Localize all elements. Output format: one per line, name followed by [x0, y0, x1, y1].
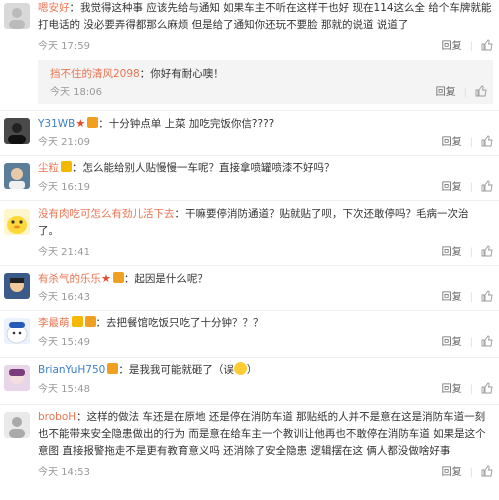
comment-text: ：你好有耐心噢！: [139, 68, 224, 80]
divider: [0, 110, 499, 111]
comment-text: 也不能带来安全隐患做出的行为 而是意在给车主一个教训让他再也不敢停在消防车道 如…: [38, 428, 486, 440]
like-icon[interactable]: [481, 245, 493, 257]
comment-text: ：我觉得这种事 应该先给与通知 如果车主不听在这样干也好 现在114这么全 给个…: [69, 2, 492, 14]
comment-meta: 今天 15:48 回复 |: [38, 382, 493, 398]
reply-button[interactable]: 回复: [442, 182, 462, 193]
comment-meta: 今天 21:41 回复 |: [38, 245, 493, 261]
comment-text: ：十分钟点单 上菜 加吃完饭你信????: [98, 118, 275, 130]
like-icon[interactable]: [481, 180, 493, 192]
username-link[interactable]: 挡不住的清风2098: [50, 68, 140, 80]
like-icon[interactable]: [481, 382, 493, 394]
username-link[interactable]: BrianYuH750: [38, 364, 105, 376]
like-icon[interactable]: [481, 290, 493, 302]
vip-badge-icon: [84, 316, 96, 327]
vip-badge-icon: [112, 272, 124, 283]
like-icon[interactable]: [475, 85, 487, 97]
reply-button[interactable]: 回复: [442, 292, 462, 303]
reply-button[interactable]: 回复: [442, 384, 462, 395]
reply-button[interactable]: 回复: [442, 467, 462, 478]
avatar[interactable]: [4, 412, 30, 438]
star-icon: ★: [75, 117, 86, 130]
emoji-icon: [233, 362, 247, 375]
comment-text: ：起因是什么呢？: [123, 273, 208, 285]
divider: [0, 200, 499, 201]
like-icon[interactable]: [481, 135, 493, 147]
comment-meta: 今天 17:59 回复 |: [38, 39, 493, 55]
timestamp: 今天 15:48: [38, 384, 90, 395]
timestamp: 今天 18:06: [50, 87, 102, 98]
divider: [0, 357, 499, 358]
avatar[interactable]: [4, 118, 30, 144]
comment-text: ：去把餐馆吃饭只吃了十分钟？？？: [95, 317, 264, 329]
comment-text: 了。: [38, 225, 59, 237]
comment-meta: 今天 16:19 回复 |: [38, 180, 493, 196]
avatar[interactable]: [4, 318, 30, 344]
reply-button[interactable]: 回复: [442, 247, 462, 258]
like-icon[interactable]: [481, 39, 493, 51]
divider: [0, 310, 499, 311]
reply-button[interactable]: 回复: [436, 87, 456, 98]
avatar[interactable]: [4, 209, 30, 235]
username-link[interactable]: Y31WB: [38, 118, 75, 130]
timestamp: 今天 16:19: [38, 182, 90, 193]
comment-meta: 今天 14:53 回复 |: [38, 465, 493, 481]
vip-badge-icon: [107, 363, 119, 374]
comment-meta: 今天 18:06 回复 |: [50, 85, 487, 101]
divider: [0, 265, 499, 266]
divider: [0, 404, 499, 405]
timestamp: 今天 21:41: [38, 247, 90, 258]
reply-button[interactable]: 回复: [442, 41, 462, 52]
timestamp: 今天 14:53: [38, 467, 90, 478]
comment-meta: 今天 16:43 回复 |: [38, 290, 493, 306]
username-link[interactable]: 有杀气的乐乐: [38, 273, 101, 285]
timestamp: 今天 16:43: [38, 292, 90, 303]
vip-badge-icon: [61, 161, 72, 172]
username-link[interactable]: 尘粒: [38, 162, 59, 174]
divider: [0, 155, 499, 156]
comment-text: 打电话的 没必要弄得都那么麻烦 但是给了通知你还玩不要脸 那就的说道 说道了: [38, 19, 409, 31]
timestamp: 今天 21:09: [38, 137, 90, 148]
comment-text: ：怎么能给别人贴慢慢一车呢？直接拿喷罐喷漆不好吗？: [72, 162, 335, 174]
reply-button[interactable]: 回复: [442, 137, 462, 148]
like-icon[interactable]: [481, 335, 493, 347]
comment-text: ：是我我可能就砸了（误: [118, 364, 234, 376]
star-icon: ★: [101, 272, 111, 285]
username-link[interactable]: 李最萌: [38, 317, 70, 329]
comment-text: 意图 直接报警拖走不是更有教育意义吗 还消除了安全隐患 逻辑摆在这 俩人都没做啥…: [38, 445, 451, 457]
comment-text: ：这样的做法 车还是在原地 还是停在消防车道 那贴纸的人并不是意在这是消防车道一…: [76, 411, 486, 423]
username-link[interactable]: 没有肉吃可怎么有劲儿活下去: [38, 208, 175, 220]
timestamp: 今天 15:49: [38, 337, 90, 348]
avatar[interactable]: [4, 273, 30, 299]
avatar[interactable]: [4, 163, 30, 189]
reply-box: 挡不住的清风2098：你好有耐心噢！ 今天 18:06 回复 |: [38, 60, 493, 104]
comment-text: ：干嘛要停消防通道？贴就贴了呗，下次还敢停吗？毛病一次治: [174, 208, 469, 220]
vip-badge-icon: [87, 117, 99, 128]
username-link[interactable]: broboH: [38, 411, 76, 423]
comment-text-end: ）: [246, 364, 258, 376]
verified-v-icon: [71, 316, 83, 327]
reply-button[interactable]: 回复: [442, 337, 462, 348]
comment-meta: 今天 21:09 回复 |: [38, 135, 493, 151]
timestamp: 今天 17:59: [38, 41, 90, 52]
username-link[interactable]: 嗯安好: [38, 2, 70, 14]
avatar[interactable]: [4, 365, 30, 391]
avatar[interactable]: [4, 3, 30, 29]
like-icon[interactable]: [481, 465, 493, 477]
comment-meta: 今天 15:49 回复 |: [38, 335, 493, 351]
